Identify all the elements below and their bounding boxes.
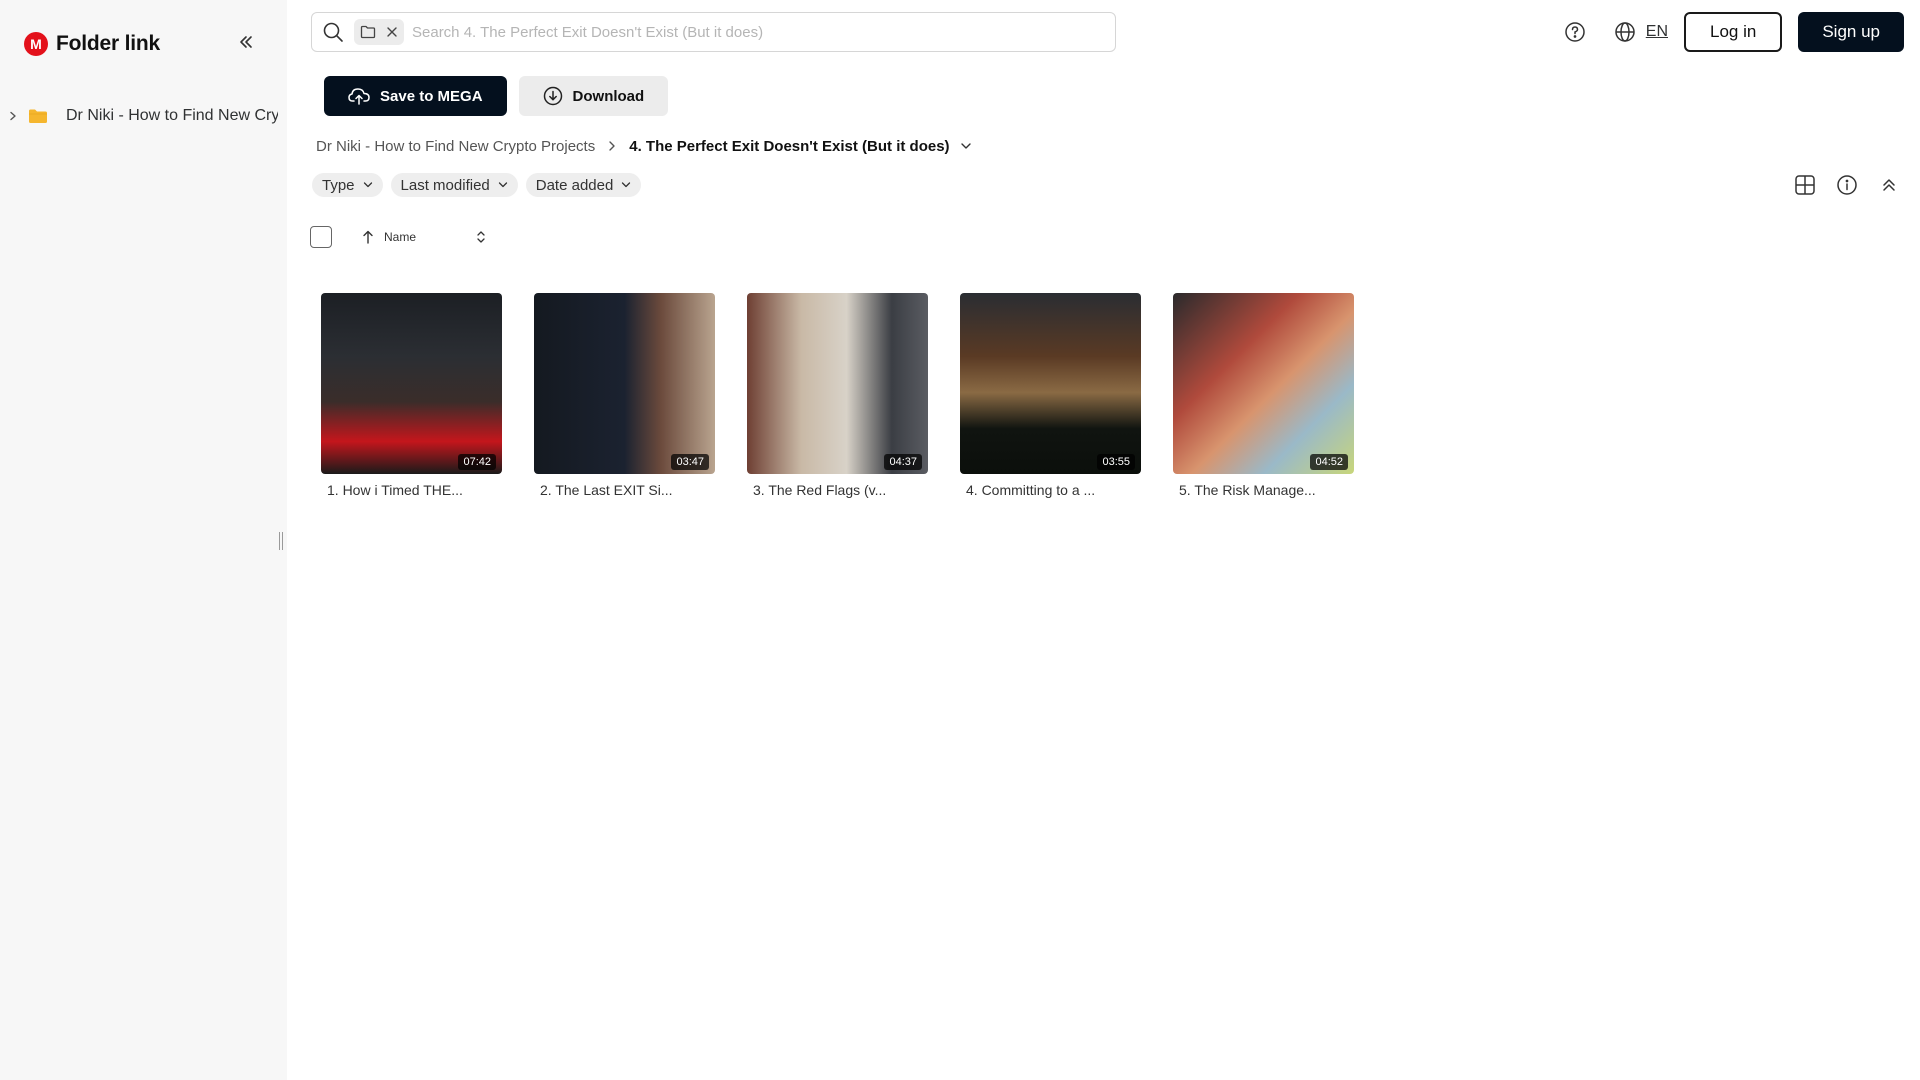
file-name[interactable]: 5. The Risk Manage... xyxy=(1173,482,1354,498)
header-actions: EN Log in Sign up xyxy=(1560,12,1904,52)
chevron-right-icon xyxy=(607,140,617,152)
signup-button[interactable]: Sign up xyxy=(1798,12,1904,52)
filter-date-added[interactable]: Date added xyxy=(525,173,642,197)
file-name[interactable]: 1. How i Timed THE... xyxy=(321,482,502,498)
video-duration: 07:42 xyxy=(458,454,496,470)
search-icon xyxy=(323,22,343,42)
search-scope-chip xyxy=(354,19,404,45)
collapse-sidebar-button[interactable] xyxy=(234,30,258,54)
download-button[interactable]: Download xyxy=(518,76,669,116)
sidebar: M Folder link Dr Niki - How to Find New … xyxy=(0,0,287,1080)
video-thumbnail[interactable]: 04:52 xyxy=(1173,293,1354,474)
filter-date-added-label: Date added xyxy=(535,176,614,194)
breadcrumb: Dr Niki - How to Find New Crypto Project… xyxy=(316,135,972,157)
globe-icon xyxy=(1615,22,1635,42)
help-icon xyxy=(1565,22,1585,42)
list-header: Name xyxy=(310,226,490,248)
arrow-up-icon[interactable] xyxy=(362,229,376,245)
file-name[interactable]: 4. Committing to a ... xyxy=(960,482,1141,498)
folder-actions: Save to MEGA Download xyxy=(324,76,669,116)
download-icon xyxy=(543,86,562,106)
video-thumbnail[interactable]: 04:37 xyxy=(747,293,928,474)
video-thumbnail[interactable]: 03:47 xyxy=(534,293,715,474)
chevron-down-icon xyxy=(363,182,372,188)
video-duration: 04:52 xyxy=(1310,454,1348,470)
double-chevron-left-icon xyxy=(240,36,252,48)
filter-type[interactable]: Type xyxy=(312,173,383,197)
video-thumbnail[interactable]: 03:55 xyxy=(960,293,1141,474)
video-duration: 04:37 xyxy=(884,454,922,470)
collapse-up-icon xyxy=(1883,179,1895,191)
folder-icon xyxy=(29,109,47,123)
filter-type-label: Type xyxy=(322,176,355,194)
info-button[interactable] xyxy=(1832,170,1862,200)
logo[interactable]: M Folder link xyxy=(24,30,160,58)
file-card[interactable]: 03:55 4. Committing to a ... xyxy=(960,293,1141,498)
chevron-down-icon xyxy=(622,182,631,188)
filter-last-modified[interactable]: Last modified xyxy=(390,173,518,197)
file-card[interactable]: 04:52 5. The Risk Manage... xyxy=(1173,293,1354,498)
breadcrumb-parent[interactable]: Dr Niki - How to Find New Crypto Project… xyxy=(316,138,595,155)
login-button[interactable]: Log in xyxy=(1684,12,1783,52)
collapse-header-button[interactable] xyxy=(1874,170,1904,200)
chevron-down-icon xyxy=(960,143,971,149)
help-button[interactable] xyxy=(1560,17,1590,47)
save-to-mega-button[interactable]: Save to MEGA xyxy=(324,76,507,116)
language-link[interactable]: EN xyxy=(1646,23,1668,41)
breadcrumb-dropdown-button[interactable] xyxy=(960,141,972,151)
sort-toggle-icon[interactable] xyxy=(476,229,490,245)
download-label: Download xyxy=(572,87,645,105)
grid-view-button[interactable] xyxy=(1790,170,1820,200)
video-duration: 03:47 xyxy=(671,454,709,470)
folder-link-title: Folder link xyxy=(56,32,160,55)
close-icon[interactable] xyxy=(386,26,398,38)
file-name[interactable]: 2. The Last EXIT Si... xyxy=(534,482,715,498)
chevron-right-icon[interactable] xyxy=(8,109,18,123)
video-thumbnail[interactable]: 07:42 xyxy=(321,293,502,474)
info-icon xyxy=(1837,175,1857,195)
folder-outline-icon xyxy=(360,25,376,39)
filter-bar: Type Last modified Date added xyxy=(312,173,642,197)
file-grid: 07:42 1. How i Timed THE... 03:47 2. The… xyxy=(321,293,1354,498)
file-card[interactable]: 07:42 1. How i Timed THE... xyxy=(321,293,502,498)
search-input[interactable] xyxy=(412,23,1052,41)
sidebar-resize-handle[interactable] xyxy=(279,532,285,550)
video-duration: 03:55 xyxy=(1097,454,1135,470)
breadcrumb-current: 4. The Perfect Exit Doesn't Exist (But i… xyxy=(629,137,950,155)
view-tools xyxy=(1790,172,1904,198)
file-card[interactable]: 04:37 3. The Red Flags (v... xyxy=(747,293,928,498)
search-bar[interactable] xyxy=(311,12,1116,52)
select-all-checkbox[interactable] xyxy=(310,226,332,248)
chevron-down-icon xyxy=(498,182,507,188)
sort-by-name-label[interactable]: Name xyxy=(384,230,416,244)
file-name[interactable]: 3. The Red Flags (v... xyxy=(747,482,928,498)
language-button[interactable] xyxy=(1610,17,1640,47)
grid-view-icon xyxy=(1795,175,1815,195)
sidebar-tree-item-folder[interactable]: Dr Niki - How to Find New Crypto Project… xyxy=(8,104,278,128)
file-card[interactable]: 03:47 2. The Last EXIT Si... xyxy=(534,293,715,498)
cloud-upload-icon xyxy=(348,88,370,105)
filter-last-modified-label: Last modified xyxy=(400,176,490,194)
sidebar-tree-item-label: Dr Niki - How to Find New Crypto Project… xyxy=(66,107,278,124)
mega-logo-icon: M xyxy=(24,32,48,56)
save-to-mega-label: Save to MEGA xyxy=(380,87,483,105)
